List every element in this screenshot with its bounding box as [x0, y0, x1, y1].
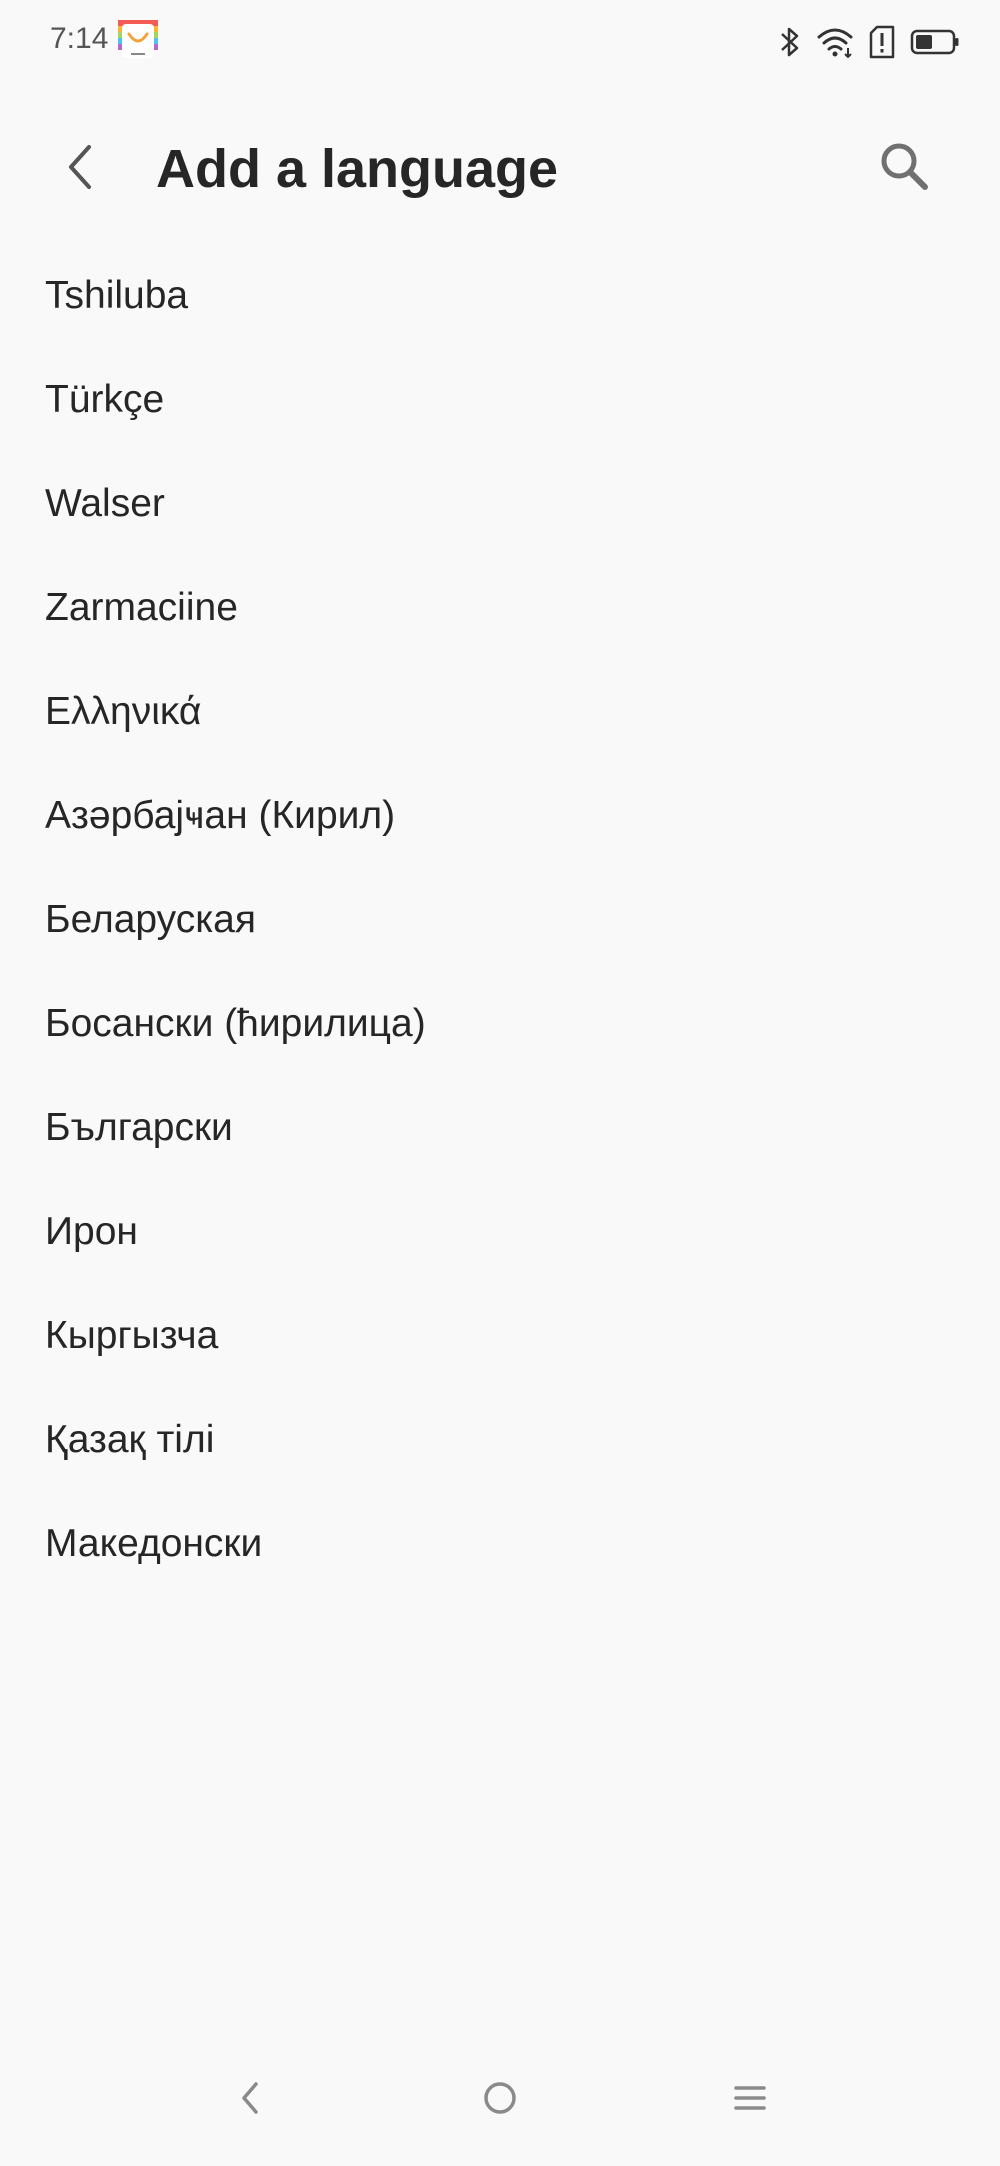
nav-back-button[interactable]: [210, 2060, 290, 2140]
language-label: Қазақ тілі: [45, 1417, 215, 1461]
language-label: Ελληνικά: [45, 689, 202, 733]
language-label: Български: [45, 1105, 233, 1149]
page-title: Add a language: [156, 139, 559, 199]
status-time: 7:14: [50, 22, 109, 55]
battery-icon: [910, 28, 960, 56]
bluetooth-icon: [778, 25, 802, 59]
search-button[interactable]: [868, 132, 940, 204]
wifi-icon: [816, 26, 854, 58]
nav-menu-button[interactable]: [710, 2060, 790, 2140]
nav-menu-icon: [732, 2080, 768, 2121]
language-label: Азәрбајҹан (Кирил): [45, 793, 396, 837]
language-label: Кыргызча: [45, 1313, 219, 1357]
nav-home-button[interactable]: [460, 2060, 540, 2140]
navigation-bar: [0, 2040, 1000, 2166]
language-label: Zarmaciine: [45, 585, 238, 629]
language-label: Walser: [45, 481, 165, 525]
language-item-macedonian[interactable]: Македонски: [0, 1474, 1000, 1613]
language-label: Tshiluba: [45, 273, 189, 317]
language-label: Ирон: [45, 1209, 138, 1253]
status-icons: [778, 22, 960, 62]
language-label: Македонски: [45, 1521, 263, 1565]
language-label: Türkçe: [45, 377, 165, 421]
language-list: Tshiluba Türkçe Walser Zarmaciine Ελληνι…: [0, 226, 1000, 1613]
app-notification-icon: [118, 20, 158, 62]
nav-home-icon: [480, 2078, 520, 2123]
status-bar: 7:14: [0, 0, 1000, 84]
search-icon: [878, 140, 930, 197]
language-label: Босански (ћирилица): [45, 1001, 426, 1045]
language-label: Беларуская: [45, 897, 256, 941]
nav-back-icon: [238, 2078, 262, 2123]
sim-alert-icon: [868, 25, 896, 59]
back-arrow-icon: [65, 143, 95, 196]
back-button[interactable]: [48, 134, 112, 204]
